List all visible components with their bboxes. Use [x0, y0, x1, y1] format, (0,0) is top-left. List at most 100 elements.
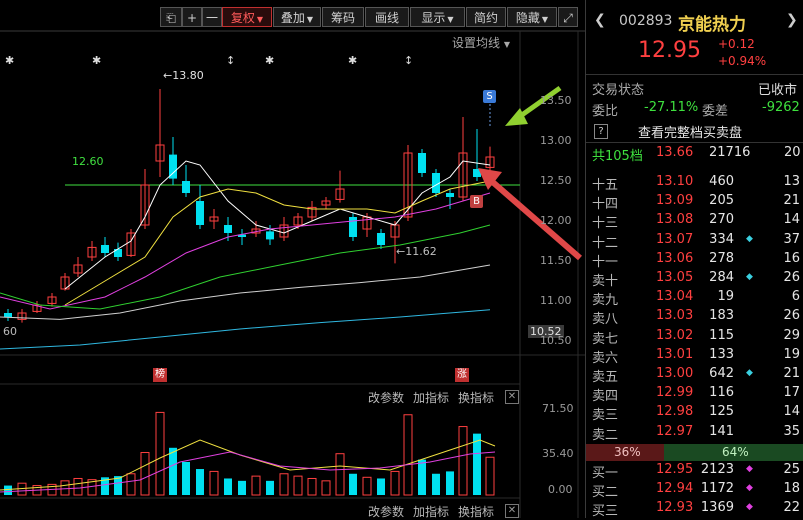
low-price-label: ←11.62	[396, 245, 437, 258]
prev-stock-icon[interactable]: ❮	[594, 12, 606, 28]
bid-row[interactable]: 买三 12.93 1369 ◆ 22	[586, 500, 803, 519]
orderbook-cnt: 21	[783, 366, 800, 381]
orderbook-cnt: 25	[783, 462, 800, 477]
close-icon[interactable]: ✕	[505, 504, 519, 518]
ma10-line	[64, 180, 491, 306]
ask-row[interactable]: 卖四 12.99 116 17	[586, 385, 803, 404]
candle-body	[377, 233, 385, 245]
divider	[586, 142, 803, 143]
ask-row[interactable]: 卖六 13.01 133 19	[586, 347, 803, 366]
candle-body	[182, 181, 190, 193]
orderbook-label: 卖十	[592, 274, 619, 289]
candlestick-chart[interactable]	[0, 0, 585, 518]
stock-code: 002893	[619, 13, 673, 29]
orderbook-label: 买二	[592, 485, 619, 500]
sell-signal-badge[interactable]: S	[483, 90, 496, 103]
orderbook-cnt: 21	[783, 193, 800, 209]
event-marker[interactable]: ✱	[5, 54, 14, 67]
weicha-label: 委差	[702, 104, 729, 119]
trade-status-label: 交易状态	[592, 83, 645, 98]
event-marker[interactable]: ↕	[404, 54, 413, 67]
candle-body	[418, 153, 426, 173]
total-levels-vol: 21716	[709, 145, 751, 160]
orderbook-price: 13.10	[656, 174, 694, 189]
ask-row[interactable]: 十五 13.10 460 13	[586, 174, 803, 193]
orderbook-label: 十三	[592, 216, 619, 232]
add-indicator-button-2[interactable]: 加指标	[413, 503, 449, 520]
orderbook-vol: 460	[709, 174, 734, 189]
orderbook-price: 13.00	[656, 366, 694, 381]
volume-axis-label: 71.50	[542, 402, 574, 415]
orderbook-mark: ◆	[746, 483, 753, 493]
orderbook-price: 13.07	[656, 231, 694, 247]
limit-up-tag[interactable]: 涨	[455, 368, 469, 382]
orderbook-cnt: 37	[783, 231, 800, 247]
orderbook-label: 卖六	[592, 350, 619, 366]
edit-params-button[interactable]: 改参数	[368, 389, 404, 406]
volume-bar	[126, 473, 136, 496]
ask-row[interactable]: 卖九 13.04 19 6	[586, 289, 803, 308]
orderbook-label: 十五	[592, 178, 619, 193]
orderbook-vol: 115	[709, 327, 734, 343]
price-change: +0.12	[718, 37, 755, 51]
candle-body	[101, 245, 109, 253]
candle-body	[446, 193, 454, 197]
ask-row[interactable]: 十四 13.09 205 21	[586, 193, 803, 212]
price-axis-label: 12.50	[540, 174, 572, 187]
orderbook-vol: 19	[717, 289, 734, 305]
close-icon[interactable]: ✕	[505, 390, 519, 404]
orderbook-cnt: 14	[783, 212, 800, 228]
volume-bar	[209, 470, 219, 496]
volume-bar	[169, 447, 177, 495]
divider	[586, 74, 803, 75]
ask-row[interactable]: 卖七 13.02 115 29	[586, 328, 803, 347]
event-marker[interactable]: ✱	[265, 54, 274, 67]
candle-body	[224, 225, 232, 233]
orderbook-vol: 334	[709, 231, 734, 247]
price-change-pct: +0.94%	[718, 54, 767, 68]
volume-bar	[196, 469, 204, 495]
orderbook-price: 13.06	[656, 250, 694, 266]
ask-row[interactable]: 卖三 12.98 125 14	[586, 404, 803, 423]
ask-row[interactable]: 卖五 13.00 642 ◆ 21	[586, 366, 803, 385]
ranking-tag[interactable]: 榜	[153, 368, 167, 382]
orderbook-cnt: 35	[783, 423, 800, 439]
switch-indicator-button-2[interactable]: 换指标	[458, 503, 494, 520]
edit-params-button-2[interactable]: 改参数	[368, 503, 404, 520]
event-marker[interactable]: ✱	[348, 54, 357, 67]
help-icon[interactable]: ?	[594, 124, 608, 139]
ask-row[interactable]: 十二 13.07 334 ◆ 37	[586, 232, 803, 251]
orderbook-price: 12.98	[656, 404, 694, 420]
switch-indicator-button[interactable]: 换指标	[458, 389, 494, 406]
ask-row[interactable]: 十三 13.08 270 14	[586, 212, 803, 231]
orderbook-cnt: 19	[783, 346, 800, 362]
weibi-label: 委比	[592, 104, 619, 119]
price-axis-label: 11.50	[540, 254, 572, 267]
full-orderbook-link[interactable]: 查看完整档买卖盘	[638, 122, 742, 141]
orderbook-label: 卖九	[592, 293, 619, 309]
add-indicator-button[interactable]: 加指标	[413, 389, 449, 406]
orderbook-price: 13.02	[656, 327, 694, 343]
ask-row[interactable]: 卖八 13.03 183 26	[586, 308, 803, 327]
ask-row[interactable]: 十一 13.06 278 16	[586, 251, 803, 270]
orderbook-label: 十二	[592, 235, 619, 251]
price-axis-label: 13.50	[540, 94, 572, 107]
ask-row[interactable]: 卖二 12.97 141 35	[586, 424, 803, 443]
volume-bar	[349, 473, 357, 495]
event-marker[interactable]: ↕	[226, 54, 235, 67]
next-stock-icon[interactable]: ❯	[786, 12, 798, 28]
buy-signal-badge[interactable]: B	[470, 195, 483, 208]
volume-bar	[224, 478, 232, 495]
event-marker[interactable]: ✱	[92, 54, 101, 67]
total-levels-price: 13.66	[656, 145, 694, 160]
price-axis-label: 11.00	[540, 294, 572, 307]
volume-bar	[377, 478, 385, 495]
orderbook-label: 买一	[592, 466, 619, 481]
bid-row[interactable]: 买二 12.94 1172 ◆ 18	[586, 481, 803, 500]
ask-row[interactable]: 卖十 13.05 284 ◆ 26	[586, 270, 803, 289]
orderbook-mark: ◆	[746, 272, 753, 282]
bid-row[interactable]: 买一 12.95 2123 ◆ 25	[586, 462, 803, 481]
left-axis-label: 60	[3, 325, 17, 338]
orderbook-label: 卖八	[592, 312, 619, 328]
orderbook-vol: 2123	[700, 462, 734, 477]
